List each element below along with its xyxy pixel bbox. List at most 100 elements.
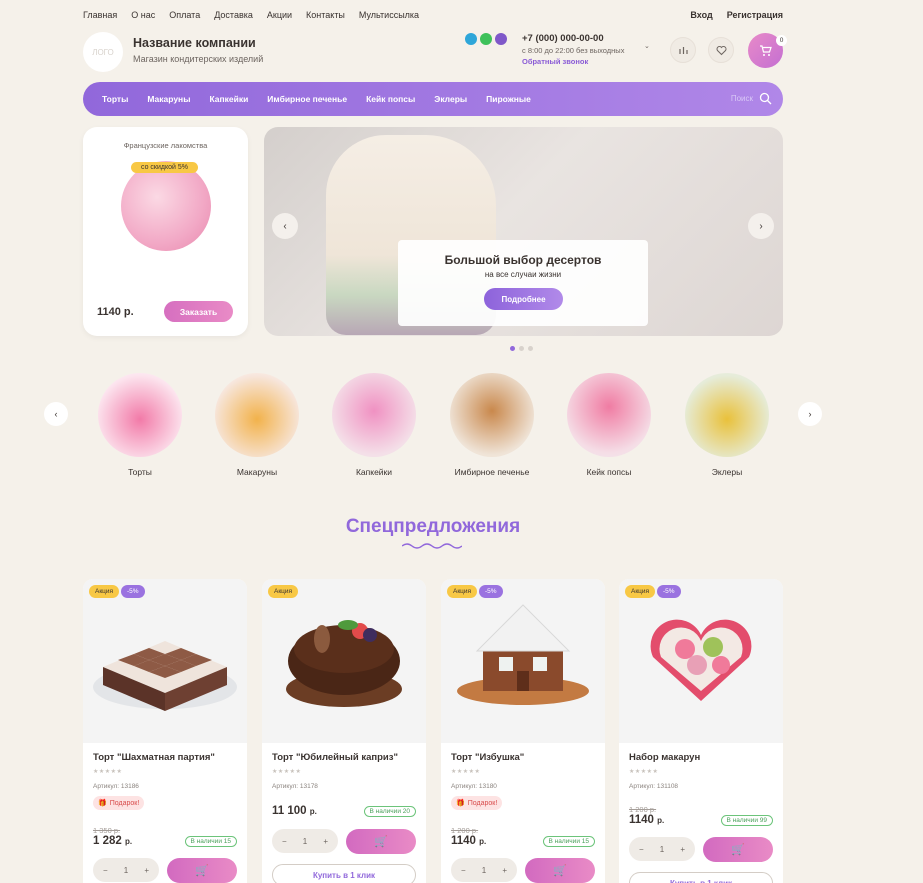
order-button[interactable]: Заказать <box>164 301 233 322</box>
phone-number[interactable]: +7 (000) 000-00-00 <box>522 33 604 44</box>
quantity-stepper[interactable]: − 1 + <box>93 858 159 882</box>
buy-one-click-button[interactable]: Купить в 1 клик <box>272 864 416 883</box>
quantity-value[interactable]: 1 <box>124 866 128 875</box>
minus-icon[interactable]: − <box>103 866 108 875</box>
categories-prev-button[interactable]: ‹ <box>44 402 68 426</box>
callback-link[interactable]: Обратный звонок <box>522 57 588 66</box>
plus-icon[interactable]: + <box>502 866 507 875</box>
product-name[interactable]: Набор макарун <box>629 752 700 763</box>
product-name[interactable]: Торт "Шахматная партия" <box>93 752 215 763</box>
menu-item-cakes[interactable]: Торты <box>102 94 128 104</box>
banner-prev-button[interactable]: ‹ <box>272 213 298 239</box>
menu-item-macarons[interactable]: Макаруны <box>147 94 190 104</box>
price-value: 1 282 <box>93 835 122 847</box>
add-to-cart-button[interactable]: 🛒 <box>346 829 416 854</box>
product-card[interactable]: Акция -5% Набор макарун ★★★★★ Артикул: 1… <box>619 579 783 883</box>
hero-banner: ‹ › Большой выбор десертов на все случаи… <box>264 127 783 336</box>
minus-icon[interactable]: − <box>282 837 287 846</box>
cart-icon: 🛒 <box>374 836 388 848</box>
product-name[interactable]: Торт "Избушка" <box>451 752 524 763</box>
product-card[interactable]: Акция -5% Торт "Избушка" ★★★★★ Артикул: … <box>441 579 605 883</box>
product-name[interactable]: Торт "Юбилейный каприз" <box>272 752 398 763</box>
category-cakes[interactable]: Торты <box>90 373 190 483</box>
categories-next-button[interactable]: › <box>798 402 822 426</box>
promo-title: Французские лакомства <box>123 141 208 150</box>
add-to-cart-button[interactable]: 🛒 <box>703 837 773 862</box>
topnav-contacts[interactable]: Контакты <box>306 10 345 20</box>
compare-button[interactable] <box>670 37 696 63</box>
gift-label: Подарок! <box>109 799 140 807</box>
category-eclairs[interactable]: Эклеры <box>677 373 777 483</box>
banner-more-button[interactable]: Подробнее <box>484 288 563 310</box>
plus-icon[interactable]: + <box>144 866 149 875</box>
plus-icon[interactable]: + <box>680 845 685 854</box>
topnav-payment[interactable]: Оплата <box>169 10 200 20</box>
chevron-down-icon[interactable]: ⌄ <box>644 42 650 50</box>
minus-icon[interactable]: − <box>639 845 644 854</box>
menu-item-pastries[interactable]: Пирожные <box>486 94 531 104</box>
quantity-value[interactable]: 1 <box>660 845 664 854</box>
search-icon[interactable] <box>759 92 772 105</box>
company-name: Название компании <box>133 36 256 50</box>
add-to-cart-button[interactable]: 🛒 <box>167 858 237 883</box>
topnav-promotions[interactable]: Акции <box>267 10 292 20</box>
logo[interactable]: ЛОГО <box>83 32 123 72</box>
category-cupcakes[interactable]: Капкейки <box>324 373 424 483</box>
product-card[interactable]: Акция Торт "Юбилейный каприз" ★★★★★ Арти… <box>262 579 426 883</box>
menu-item-gingerbread[interactable]: Имбирное печенье <box>267 94 347 104</box>
telegram-icon[interactable] <box>465 33 477 45</box>
product-image[interactable] <box>262 579 426 743</box>
product-image[interactable] <box>83 579 247 743</box>
stock-badge: В наличии 20 <box>363 806 416 817</box>
price-unit: р. <box>309 807 317 816</box>
buy-one-click-button[interactable]: Купить в 1 клик <box>629 872 773 883</box>
old-price: 1 200 р. <box>451 826 479 835</box>
menu-item-cupcakes[interactable]: Капкейки <box>209 94 248 104</box>
login-link[interactable]: Вход <box>690 10 712 20</box>
category-cakepops[interactable]: Кейк попсы <box>559 373 659 483</box>
sale-badge: Акция <box>89 585 120 598</box>
product-image[interactable] <box>619 579 783 743</box>
quantity-stepper[interactable]: − 1 + <box>629 837 695 861</box>
banner-dot[interactable] <box>528 346 533 351</box>
favorites-button[interactable] <box>708 37 734 63</box>
topnav-home[interactable]: Главная <box>83 10 117 20</box>
chevron-left-icon: ‹ <box>54 409 58 419</box>
register-link[interactable]: Регистрация <box>727 10 783 20</box>
chevron-right-icon: › <box>759 220 763 232</box>
minus-icon[interactable]: − <box>461 866 466 875</box>
banner-dot[interactable] <box>519 346 524 351</box>
banner-next-button[interactable]: › <box>748 213 774 239</box>
topnav-delivery[interactable]: Доставка <box>214 10 253 20</box>
price: 11 100 р. <box>272 805 317 817</box>
category-gingerbread[interactable]: Имбирное печенье <box>442 373 542 483</box>
category-label: Макаруны <box>236 467 278 477</box>
quantity-stepper[interactable]: − 1 + <box>451 858 517 882</box>
product-image[interactable] <box>441 579 605 743</box>
price-unit: р. <box>124 837 133 846</box>
auth-links: Вход Регистрация <box>690 10 783 20</box>
topnav-multilink[interactable]: Мультиссылка <box>359 10 419 20</box>
wave-decoration <box>402 543 462 549</box>
menu-item-cakepops[interactable]: Кейк попсы <box>366 94 415 104</box>
viber-icon[interactable] <box>495 33 507 45</box>
cart-icon: 🛒 <box>553 865 567 877</box>
whatsapp-icon[interactable] <box>480 33 492 45</box>
banner-dot[interactable] <box>510 346 515 351</box>
plus-icon[interactable]: + <box>323 837 328 846</box>
quantity-value[interactable]: 1 <box>482 866 486 875</box>
search-input[interactable]: Поиск <box>731 94 753 103</box>
topnav-about[interactable]: О нас <box>131 10 155 20</box>
category-macarons[interactable]: Макаруны <box>207 373 307 483</box>
add-to-cart-button[interactable]: 🛒 <box>525 858 595 883</box>
chevron-left-icon: ‹ <box>283 220 287 232</box>
category-image <box>450 373 534 457</box>
product-card[interactable]: Акция -5% Торт "Шахматная партия" ★★★★★ … <box>83 579 247 883</box>
category-image <box>332 373 416 457</box>
product-sku: Артикул: 13178 <box>272 783 318 790</box>
quantity-stepper[interactable]: − 1 + <box>272 829 338 853</box>
menu-item-eclairs[interactable]: Эклеры <box>434 94 467 104</box>
promo-image <box>121 161 211 251</box>
quantity-value[interactable]: 1 <box>303 837 307 846</box>
price-value: 1140 <box>451 835 476 847</box>
